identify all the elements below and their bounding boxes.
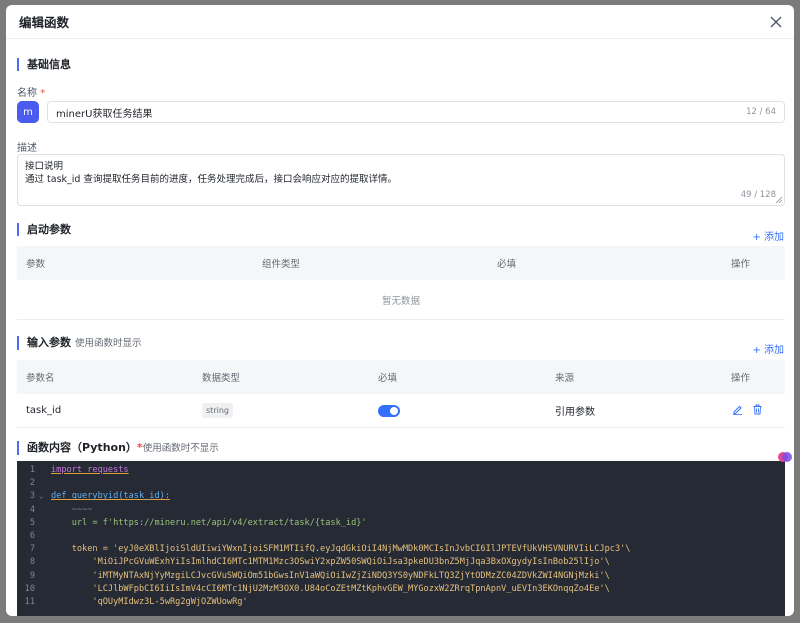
code-line: 3 ⌄ def querybyid(task_id): [17, 490, 785, 503]
col-param: 参数 [26, 259, 46, 270]
name-input[interactable]: minerU获取任务结果 12 / 64 [47, 101, 785, 123]
description-textarea[interactable]: 接口说明 通过 task_id 查询提取任务目前的进度，任务处理完成后，接口会响… [17, 154, 785, 206]
input-table-header: 参数名 数据类型 必填 来源 操作 [17, 360, 785, 394]
required-toggle[interactable] [378, 404, 400, 417]
code-line: 9 'iMTMyNTAxNjYyMzgiLCJvcGVuSWQiOm51bGws… [29, 570, 610, 581]
code-line: 10 'LCJlbWFpbCI6IiIsImV4cCI6MTc1NjU2MzM3… [24, 583, 610, 594]
code-line: 6 [29, 530, 35, 541]
desc-line-1: 接口说明 [25, 161, 64, 172]
param-name-cell: task_id [26, 405, 62, 416]
col-param-name: 参数名 [26, 373, 55, 384]
desc-char-count: 49 / 128 [740, 190, 776, 200]
col-actions: 操作 [731, 373, 751, 384]
add-input-param-button[interactable]: + 添加 [752, 341, 784, 356]
name-label: 名称 * [17, 88, 46, 99]
desc-line-2: 通过 task_id 查询提取任务目前的进度，任务处理完成后，接口会响应对应的提… [25, 174, 397, 185]
col-actions: 操作 [731, 259, 751, 270]
col-required: 必填 [378, 373, 398, 384]
col-required: 必填 [497, 259, 517, 270]
code-editor[interactable]: 1 import requests 2 3 ⌄ def querybyid(task_… [17, 461, 785, 616]
col-data-type: 数据类型 [202, 373, 241, 384]
add-startup-param-button[interactable]: + 添加 [752, 228, 784, 243]
resize-handle-icon[interactable] [776, 197, 782, 203]
code-line: 11 'qOUyMIdwz3L-5wRg2gWjOZWUowRg' [24, 596, 248, 607]
dialog-header: 编辑函数 [6, 5, 794, 39]
code-line: 7 token = 'eyJ0eXBlIjoiSldUIiwiYWxnIjoiS… [29, 544, 631, 555]
name-char-count: 12 / 64 [746, 107, 776, 117]
startup-table-header: 参数 组件类型 必填 操作 [17, 246, 785, 280]
desc-label: 描述 [17, 143, 37, 154]
name-input-value: minerU获取任务结果 [56, 108, 153, 120]
basic-info-section-title: 基础信息 [17, 58, 71, 71]
input-params-table: 参数名 数据类型 必填 来源 操作 task_id string 引用参数 [17, 360, 785, 428]
code-line: 8 'MiOiJPcGVuWExhYiIsImlhdCI6MTc1MTM1Mzc… [29, 557, 610, 568]
data-type-tag: string [202, 403, 233, 418]
fold-chevron-icon[interactable]: ⌄ [39, 490, 51, 503]
function-avatar[interactable]: m [17, 101, 39, 123]
input-params-section-title: 输入参数 使用函数时显示 [17, 336, 142, 350]
edit-function-dialog: 编辑函数 基础信息 名称 * m minerU获取任务结果 12 / 64 描述… [6, 5, 794, 616]
edit-icon[interactable] [732, 404, 743, 418]
code-line: 1 import requests [29, 465, 129, 475]
dialog-title: 编辑函数 [19, 15, 70, 30]
code-line: 2 [29, 478, 35, 489]
startup-params-section-title: 启动参数 [17, 223, 71, 236]
close-icon[interactable] [766, 12, 786, 32]
table-row: task_id string 引用参数 [17, 394, 785, 428]
delete-icon[interactable] [752, 404, 763, 418]
startup-params-table: 参数 组件类型 必填 操作 暂无数据 [17, 246, 785, 320]
empty-state-text: 暂无数据 [17, 280, 785, 320]
code-section-title: 函数内容（Python）*使用函数时不显示 [17, 441, 219, 455]
source-cell: 引用参数 [555, 407, 595, 418]
assistant-bubble-icon[interactable] [777, 450, 793, 464]
code-line: 5 url = f'https://mineru.net/api/v4/extr… [29, 517, 367, 528]
col-source: 来源 [555, 373, 575, 384]
code-line: 4 ~~~~ [29, 504, 93, 515]
col-component-type: 组件类型 [262, 259, 301, 270]
